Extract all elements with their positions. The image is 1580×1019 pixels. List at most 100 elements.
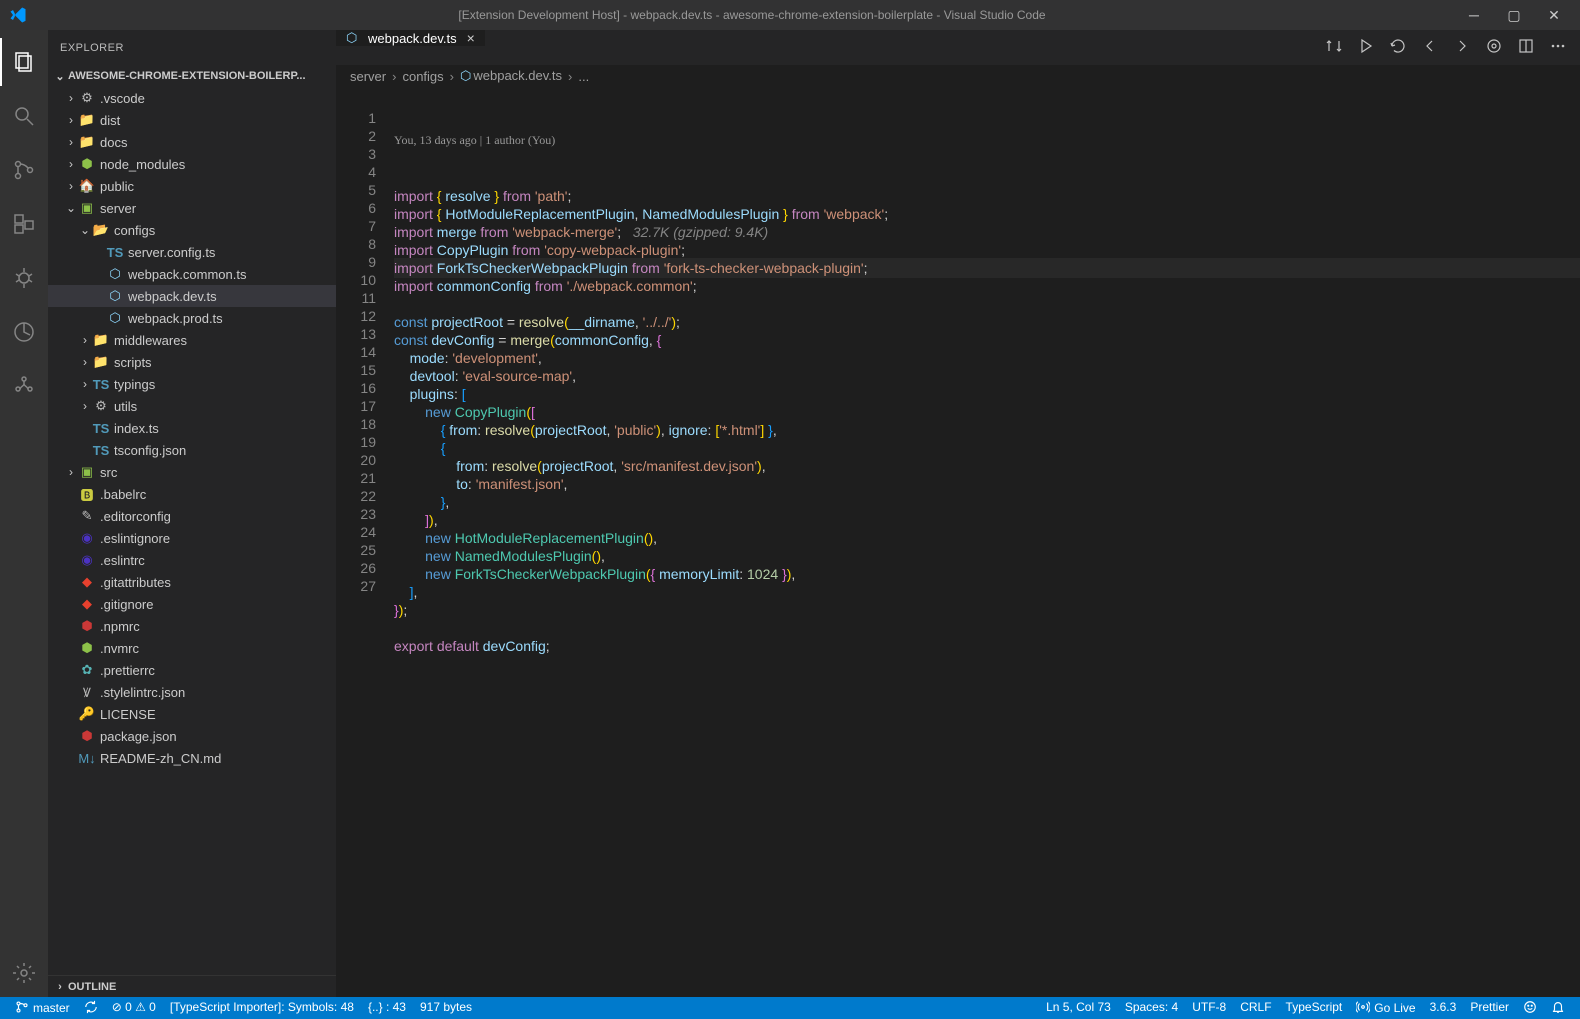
code-line[interactable]: ]), bbox=[394, 511, 1580, 529]
tree-file[interactable]: TSindex.ts bbox=[48, 417, 336, 439]
prev-icon[interactable] bbox=[1422, 38, 1438, 57]
git-graph-icon[interactable] bbox=[0, 362, 48, 410]
code-line[interactable]: from: resolve(projectRoot, 'src/manifest… bbox=[394, 457, 1580, 475]
revert-icon[interactable] bbox=[1390, 38, 1406, 57]
status-left-item[interactable]: {..} : 43 bbox=[361, 1000, 413, 1014]
breadcrumb-item[interactable]: ⬡webpack.dev.ts bbox=[460, 68, 562, 84]
close-button[interactable]: ✕ bbox=[1548, 9, 1560, 21]
code-line[interactable]: }); bbox=[394, 601, 1580, 619]
code-line[interactable]: { bbox=[394, 439, 1580, 457]
code-line[interactable]: import { resolve } from 'path'; bbox=[394, 187, 1580, 205]
status-right-item[interactable] bbox=[1516, 1000, 1544, 1017]
code-line[interactable]: import commonConfig from './webpack.comm… bbox=[394, 277, 1580, 295]
code-line[interactable]: import { HotModuleReplacementPlugin, Nam… bbox=[394, 205, 1580, 223]
status-left-item[interactable]: 917 bytes bbox=[413, 1000, 479, 1014]
status-right-item[interactable]: CRLF bbox=[1233, 1000, 1278, 1014]
status-right-item[interactable]: Spaces: 4 bbox=[1118, 1000, 1185, 1014]
extensions-icon[interactable] bbox=[0, 200, 48, 248]
tree-file[interactable]: 🅱.babelrc bbox=[48, 483, 336, 505]
tree-file[interactable]: 🔑LICENSE bbox=[48, 703, 336, 725]
outline-section-header[interactable]: › OUTLINE bbox=[48, 975, 336, 997]
tree-file[interactable]: ◆.gitattributes bbox=[48, 571, 336, 593]
next-icon[interactable] bbox=[1454, 38, 1470, 57]
tree-folder[interactable]: ›📁docs bbox=[48, 131, 336, 153]
status-right-item[interactable]: TypeScript bbox=[1279, 1000, 1350, 1014]
tree-file[interactable]: ⬡webpack.dev.ts bbox=[48, 285, 336, 307]
code-line[interactable]: to: 'manifest.json', bbox=[394, 475, 1580, 493]
explorer-icon[interactable] bbox=[0, 38, 48, 86]
codelens[interactable]: You, 13 days ago | 1 author (You) bbox=[394, 129, 1580, 151]
status-right-item[interactable]: 3.6.3 bbox=[1423, 1000, 1464, 1014]
tree-folder[interactable]: ›⬢node_modules bbox=[48, 153, 336, 175]
code-area[interactable]: You, 13 days ago | 1 author (You) import… bbox=[394, 87, 1580, 997]
tree-folder[interactable]: ⌄▣server bbox=[48, 197, 336, 219]
breadcrumb-item[interactable]: ... bbox=[578, 69, 589, 84]
maximize-button[interactable]: ▢ bbox=[1508, 9, 1520, 21]
code-line[interactable]: plugins: [ bbox=[394, 385, 1580, 403]
status-right-item[interactable] bbox=[1544, 1000, 1572, 1017]
code-line[interactable] bbox=[394, 655, 1580, 673]
tree-folder[interactable]: ›⚙.vscode bbox=[48, 87, 336, 109]
code-line[interactable]: devtool: 'eval-source-map', bbox=[394, 367, 1580, 385]
tree-folder[interactable]: ›📁dist bbox=[48, 109, 336, 131]
tree-file[interactable]: ⬢package.json bbox=[48, 725, 336, 747]
tree-file[interactable]: ◉.eslintrc bbox=[48, 549, 336, 571]
code-line[interactable]: import ForkTsCheckerWebpackPlugin from '… bbox=[394, 259, 1580, 277]
tree-file[interactable]: M↓README-zh_CN.md bbox=[48, 747, 336, 769]
tree-file[interactable]: ◉.eslintignore bbox=[48, 527, 336, 549]
split-editor-icon[interactable] bbox=[1518, 38, 1534, 57]
tree-file[interactable]: ✎.editorconfig bbox=[48, 505, 336, 527]
editor[interactable]: 1234567891011121314151617181920212223242… bbox=[336, 87, 1580, 997]
code-line[interactable]: import merge from 'webpack-merge'; 32.7K… bbox=[394, 223, 1580, 241]
tree-file[interactable]: ◆.gitignore bbox=[48, 593, 336, 615]
code-line[interactable]: export default devConfig; bbox=[394, 637, 1580, 655]
tree-folder[interactable]: ›📁scripts bbox=[48, 351, 336, 373]
more-actions-icon[interactable] bbox=[1550, 38, 1566, 57]
code-line[interactable]: new HotModuleReplacementPlugin(), bbox=[394, 529, 1580, 547]
code-line[interactable]: const projectRoot = resolve(__dirname, '… bbox=[394, 313, 1580, 331]
open-changes-icon[interactable] bbox=[1486, 38, 1502, 57]
tree-folder[interactable]: ⌄📂configs bbox=[48, 219, 336, 241]
code-line[interactable]: mode: 'development', bbox=[394, 349, 1580, 367]
code-line[interactable]: new NamedModulesPlugin(), bbox=[394, 547, 1580, 565]
tree-folder[interactable]: ›🏠public bbox=[48, 175, 336, 197]
run-icon[interactable] bbox=[1358, 38, 1374, 57]
code-line[interactable] bbox=[394, 619, 1580, 637]
tree-file[interactable]: ⬡webpack.prod.ts bbox=[48, 307, 336, 329]
tree-folder[interactable]: ›TStypings bbox=[48, 373, 336, 395]
code-line[interactable]: import CopyPlugin from 'copy-webpack-plu… bbox=[394, 241, 1580, 259]
code-line[interactable]: new CopyPlugin([ bbox=[394, 403, 1580, 421]
code-line[interactable]: { from: resolve(projectRoot, 'public'), … bbox=[394, 421, 1580, 439]
tree-file[interactable]: TSserver.config.ts bbox=[48, 241, 336, 263]
status-right-item[interactable]: Prettier bbox=[1463, 1000, 1516, 1014]
profile-icon[interactable] bbox=[0, 308, 48, 356]
tree-file[interactable]: ⬢.npmrc bbox=[48, 615, 336, 637]
status-left-item[interactable]: ⊘ 0 ⚠ 0 bbox=[105, 1000, 163, 1014]
tree-folder[interactable]: ›📁middlewares bbox=[48, 329, 336, 351]
code-line[interactable]: const devConfig = merge(commonConfig, { bbox=[394, 331, 1580, 349]
breadcrumbs[interactable]: server›configs›⬡webpack.dev.ts›... bbox=[336, 65, 1580, 87]
breadcrumb-item[interactable]: configs bbox=[402, 69, 443, 84]
editor-tab[interactable]: ⬡webpack.dev.ts× bbox=[336, 30, 486, 46]
compare-changes-icon[interactable] bbox=[1326, 38, 1342, 57]
tree-file[interactable]: ✿.prettierrc bbox=[48, 659, 336, 681]
tree-file[interactable]: TStsconfig.json bbox=[48, 439, 336, 461]
status-left-item[interactable] bbox=[77, 1000, 105, 1017]
status-right-item[interactable]: UTF-8 bbox=[1185, 1000, 1233, 1014]
tree-file[interactable]: ⬢.nvmrc bbox=[48, 637, 336, 659]
close-tab-icon[interactable]: × bbox=[463, 30, 475, 46]
settings-icon[interactable] bbox=[0, 949, 48, 997]
status-right-item[interactable]: Ln 5, Col 73 bbox=[1039, 1000, 1118, 1014]
tree-file[interactable]: Ꝟ.stylelintrc.json bbox=[48, 681, 336, 703]
code-line[interactable] bbox=[394, 295, 1580, 313]
status-left-item[interactable]: [TypeScript Importer]: Symbols: 48 bbox=[163, 1000, 361, 1014]
code-line[interactable]: }, bbox=[394, 493, 1580, 511]
tree-folder[interactable]: ›▣src bbox=[48, 461, 336, 483]
breadcrumb-item[interactable]: server bbox=[350, 69, 386, 84]
tree-file[interactable]: ⬡webpack.common.ts bbox=[48, 263, 336, 285]
code-line[interactable]: ], bbox=[394, 583, 1580, 601]
status-right-item[interactable]: Go Live bbox=[1349, 1000, 1422, 1017]
status-left-item[interactable]: master bbox=[8, 1000, 77, 1017]
code-line[interactable]: new ForkTsCheckerWebpackPlugin({ memoryL… bbox=[394, 565, 1580, 583]
workspace-section-header[interactable]: ⌄ AWESOME-CHROME-EXTENSION-BOILERP... bbox=[48, 65, 336, 87]
